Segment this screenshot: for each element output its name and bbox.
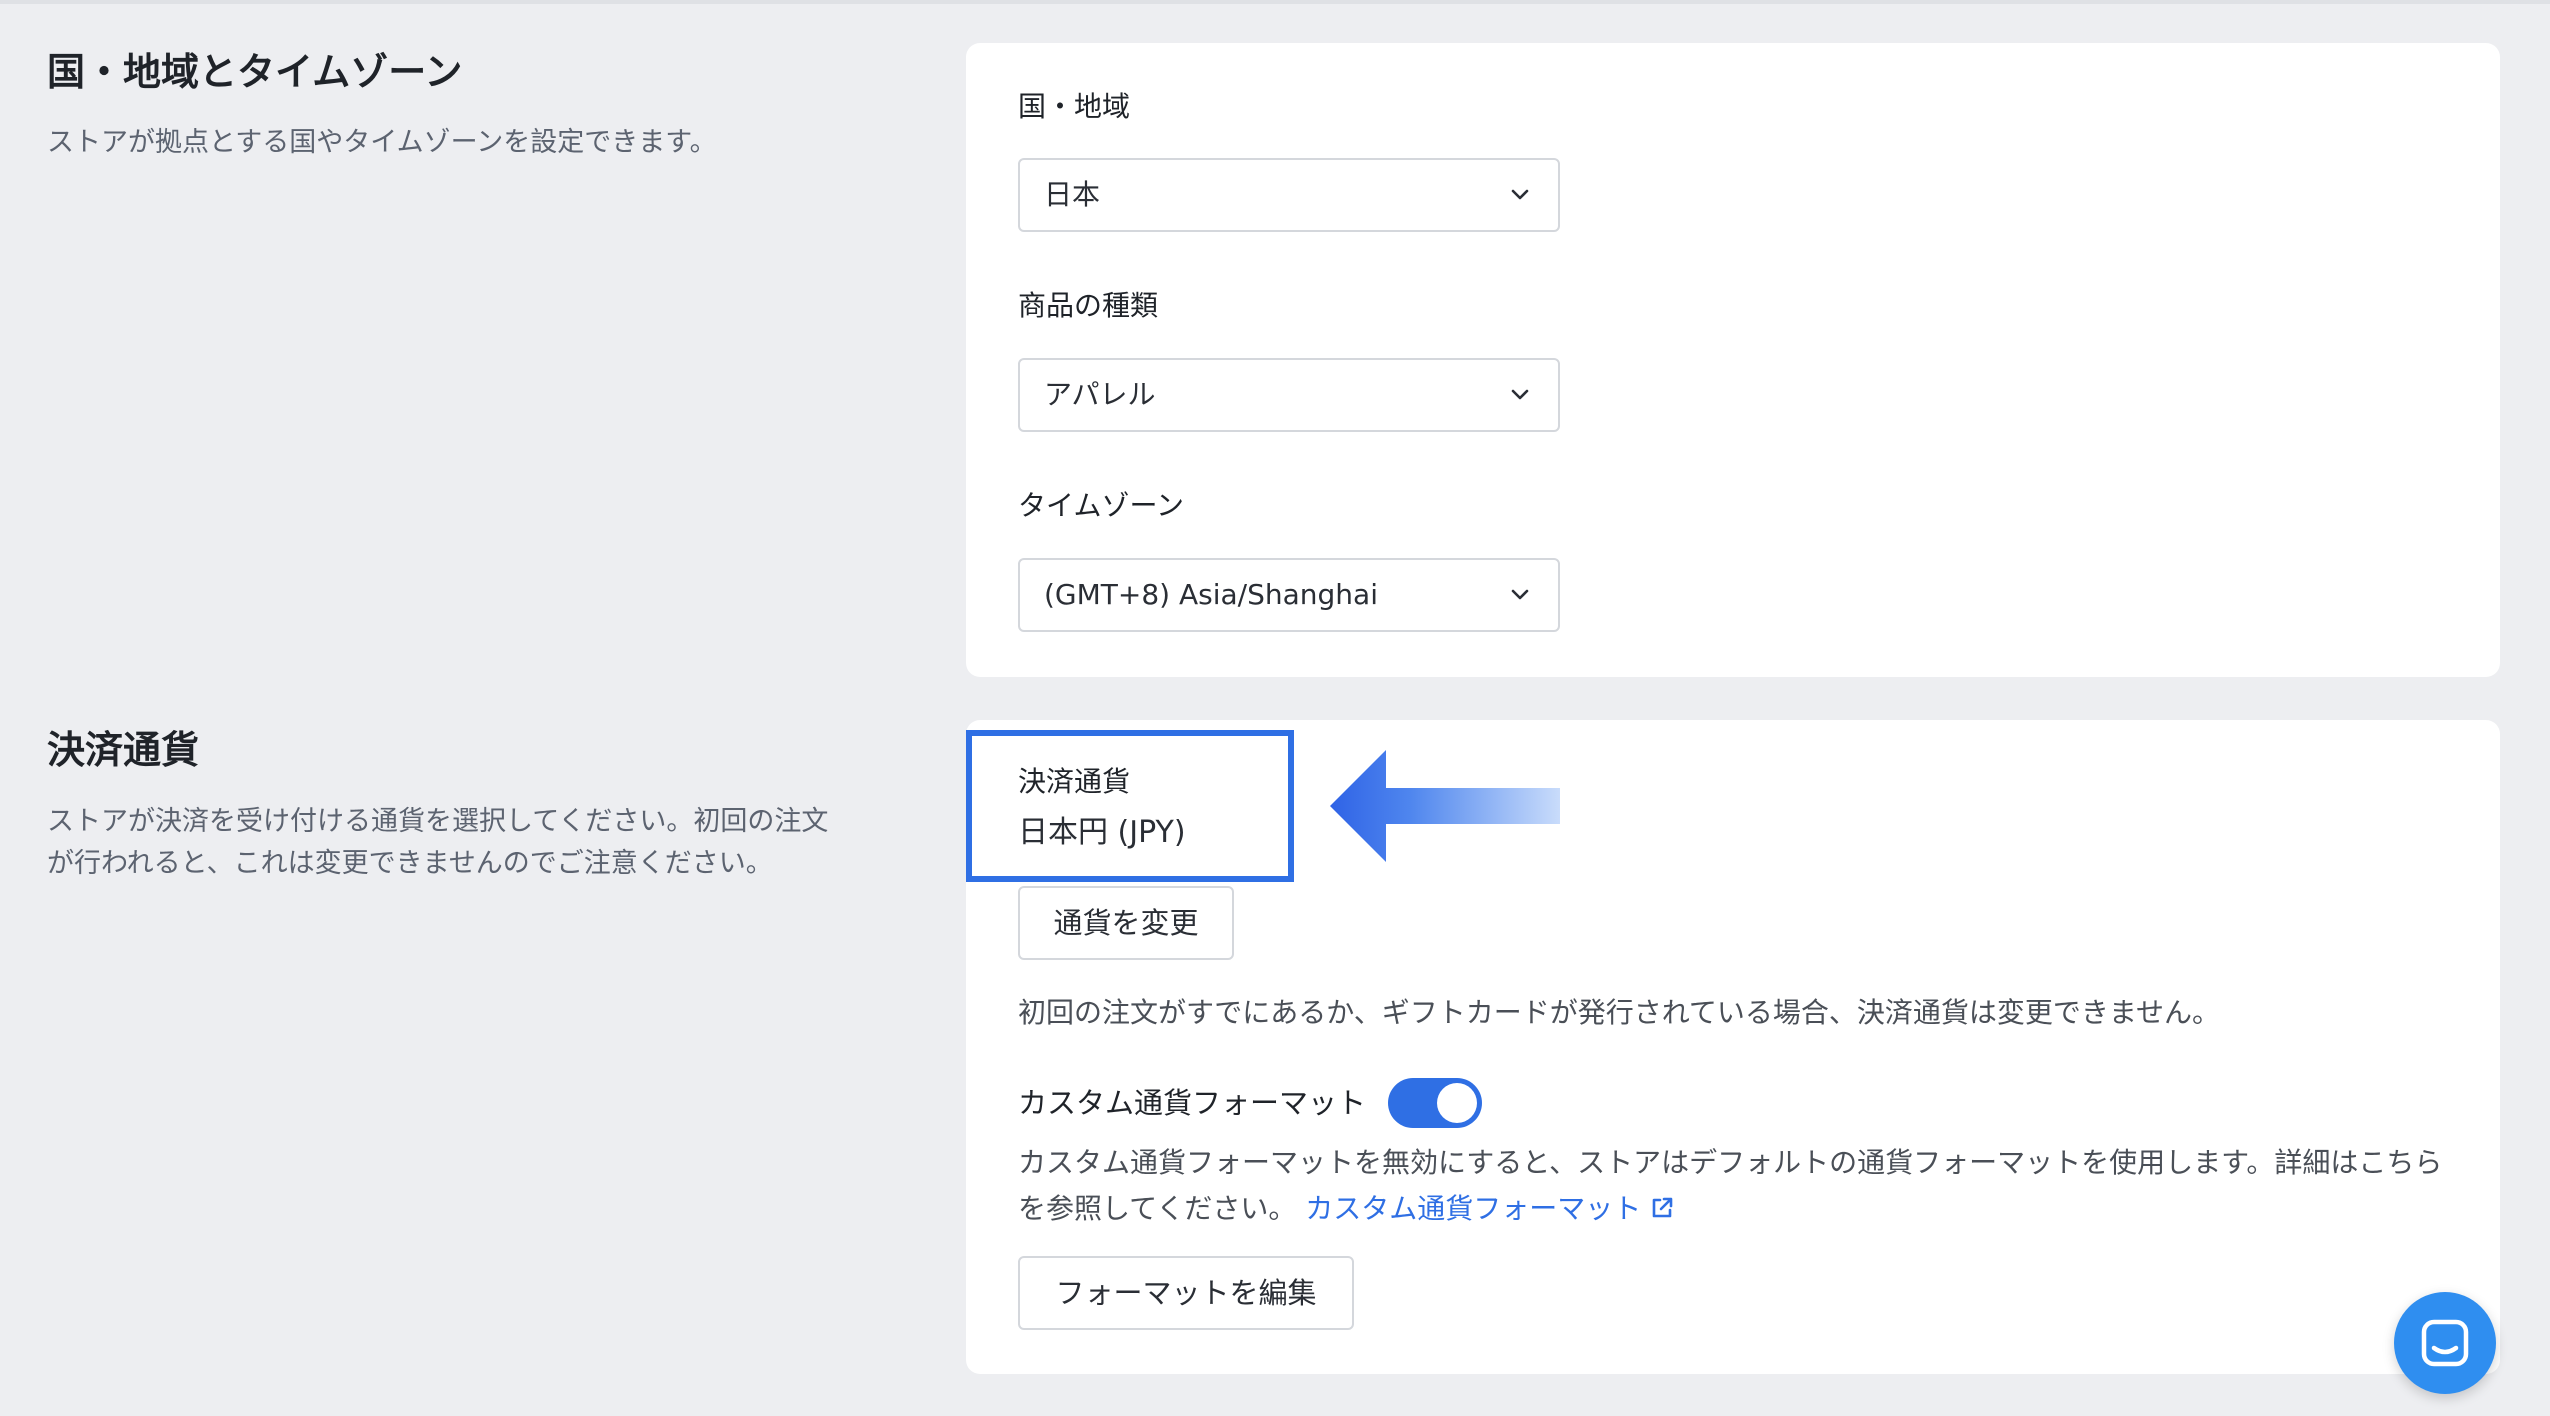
currency-section-title: 決済通貨 (47, 728, 200, 772)
chat-icon (2421, 1319, 2469, 1367)
currency-label: 決済通貨 (1018, 765, 1131, 798)
edit-format-button[interactable]: フォーマットを編集 (1018, 1256, 1354, 1330)
country-region-label: 国・地域 (1018, 90, 1131, 123)
custom-format-label: カスタム通貨フォーマット (1018, 1086, 1367, 1120)
country-region-select[interactable]: 日本 (1018, 158, 1560, 232)
custom-format-link-text: カスタム通貨フォーマット (1305, 1192, 1642, 1225)
custom-format-description-text: カスタム通貨フォーマットを無効にすると、ストアはデフォルトの通貨フォーマットを使… (1018, 1146, 2443, 1225)
currency-section-description: ストアが決済を受け付ける通貨を選択してください。初回の注文が行われると、これは変… (47, 806, 829, 879)
product-type-select[interactable]: アパレル (1018, 358, 1560, 432)
top-divider (0, 0, 2550, 4)
timezone-label: タイムゾーン (1018, 489, 1185, 522)
arrow-left-icon (1330, 750, 1560, 862)
currency-value: 日本円 (JPY) (1018, 815, 1186, 850)
region-section-description: ストアが拠点とする国やタイムゾーンを設定できます。 (47, 127, 717, 158)
product-type-value: アパレル (1044, 378, 1156, 411)
timezone-value: (GMT+8) Asia/Shanghai (1044, 578, 1378, 611)
timezone-select[interactable]: (GMT+8) Asia/Shanghai (1018, 558, 1560, 632)
region-settings-card: 国・地域 日本 商品の種類 アパレル タイムゾーン (GMT+8) Asia/S… (966, 43, 2500, 677)
chat-button[interactable] (2394, 1292, 2496, 1394)
highlight-box (966, 730, 1294, 882)
custom-format-toggle[interactable] (1388, 1078, 1482, 1128)
chevron-down-icon (1511, 389, 1529, 400)
currency-settings-card: 決済通貨 日本円 (JPY) 通貨を変更 初回の注文がすでにあるか、ギフトカード… (966, 720, 2500, 1374)
external-link-icon (1652, 1197, 1673, 1218)
toggle-knob (1437, 1083, 1477, 1123)
custom-format-description: カスタム通貨フォーマットを無効にすると、ストアはデフォルトの通貨フォーマットを使… (1018, 1140, 2458, 1232)
custom-format-link[interactable]: カスタム通貨フォーマット (1305, 1192, 1675, 1225)
currency-change-note: 初回の注文がすでにあるか、ギフトカードが発行されている場合、決済通貨は変更できま… (1018, 996, 2221, 1029)
region-section-title: 国・地域とタイムゾーン (47, 50, 463, 94)
product-type-label: 商品の種類 (1018, 289, 1159, 322)
chevron-down-icon (1511, 189, 1529, 200)
country-region-value: 日本 (1044, 178, 1101, 211)
chevron-down-icon (1511, 589, 1529, 600)
change-currency-button[interactable]: 通貨を変更 (1018, 886, 1234, 960)
